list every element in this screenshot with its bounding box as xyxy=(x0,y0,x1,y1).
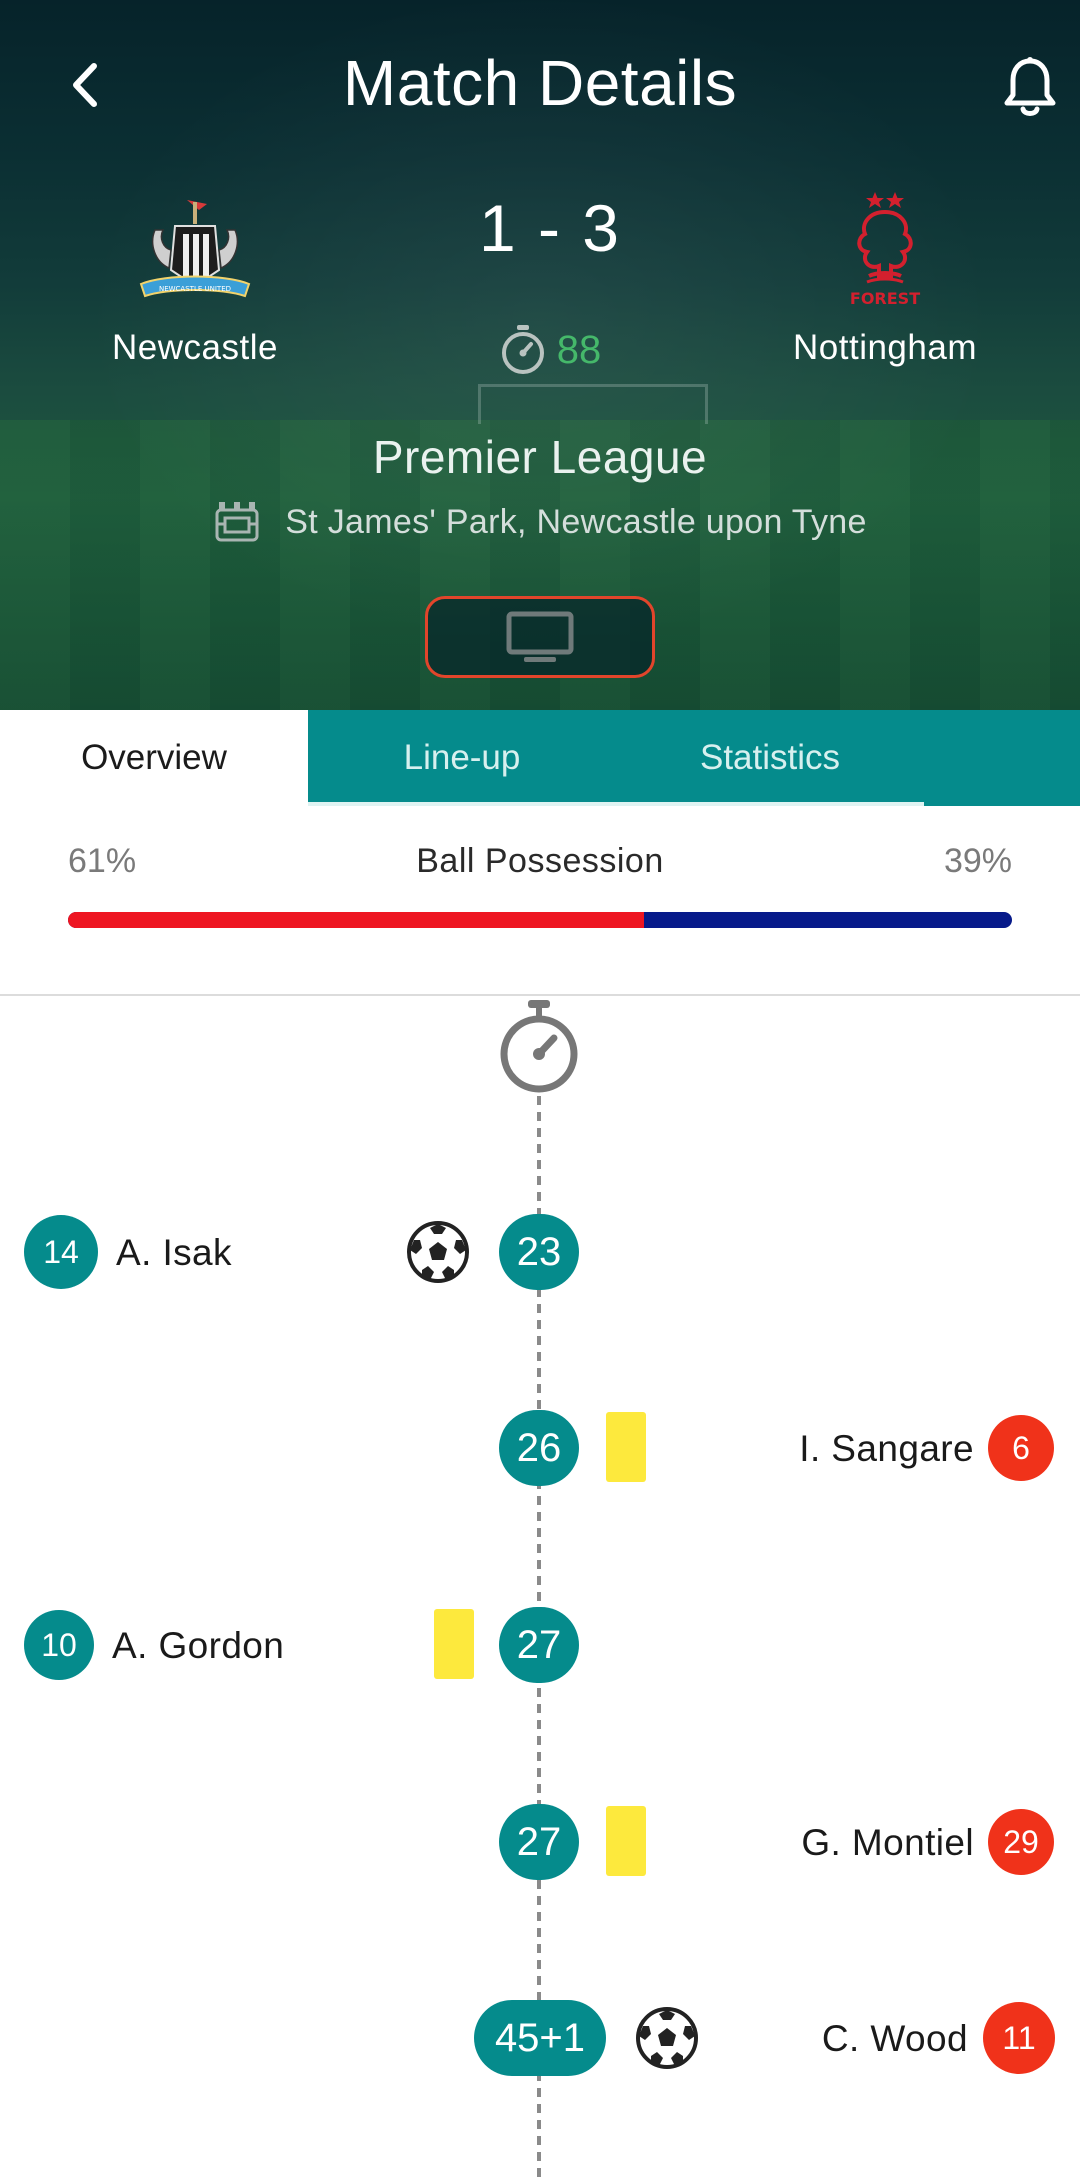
timeline-event[interactable]: 26 I. Sangare 6 xyxy=(0,1410,1080,1490)
player-number-badge: 14 xyxy=(24,1215,98,1289)
player-number-badge: 11 xyxy=(983,2002,1055,2074)
soccer-ball-icon xyxy=(407,1221,469,1283)
page-title: Match Details xyxy=(342,47,738,119)
tab-line-up[interactable]: Line-up xyxy=(308,710,616,806)
timeline-event[interactable]: 27 G. Montiel 29 xyxy=(0,1804,1080,1884)
stopwatch-icon xyxy=(500,1000,578,1093)
yellow-card-icon xyxy=(434,1609,474,1679)
tv-icon xyxy=(506,611,574,662)
event-minute-badge: 27 xyxy=(499,1804,579,1880)
venue-name: St James' Park, Newcastle upon Tyne xyxy=(285,502,867,541)
tab-bar: Overview Line-up Statistics xyxy=(0,710,1080,806)
player-name: C. Wood xyxy=(821,2018,968,2059)
bell-icon xyxy=(1004,57,1056,116)
timeline-event[interactable]: 14 A. Isak 23 xyxy=(0,1214,1080,1294)
player-name: A. Gordon xyxy=(112,1625,285,1666)
possession-bar-home-fill xyxy=(68,912,644,928)
newcastle-crest-icon: NEWCASTLE UNITED xyxy=(139,200,251,298)
possession-label: Ball Possession xyxy=(416,842,664,880)
event-minute-badge: 27 xyxy=(499,1607,579,1683)
player-number-badge: 29 xyxy=(988,1809,1054,1875)
svg-text:FOREST: FOREST xyxy=(850,289,920,308)
league-name: Premier League xyxy=(372,431,708,483)
away-possession-value: 39% xyxy=(943,842,1012,880)
timeline-event[interactable]: 45+1 C. Wood 11 xyxy=(0,2000,1080,2080)
player-name: I. Sangare xyxy=(799,1428,974,1469)
player-name: A. Isak xyxy=(116,1232,232,1273)
events-timeline: 14 A. Isak 23 26 I. Sangare 6 10 A. Gord… xyxy=(0,996,1080,2181)
event-minute-badge: 45+1 xyxy=(474,2000,606,2076)
match-minute: 88 xyxy=(480,324,620,376)
player-name: G. Montiel xyxy=(801,1822,974,1863)
home-team[interactable]: NEWCASTLE UNITED Newcastle xyxy=(45,190,345,368)
tab-statistics[interactable]: Statistics xyxy=(616,710,924,806)
away-team-name: Nottingham xyxy=(793,328,977,367)
stopwatch-icon xyxy=(501,325,544,374)
match-score: 1 - 3 xyxy=(478,191,622,265)
tab-overview[interactable]: Overview xyxy=(0,710,308,806)
possession-bar xyxy=(68,912,1012,928)
timeline-event[interactable]: 10 A. Gordon 27 xyxy=(0,1607,1080,1687)
event-minute-badge: 23 xyxy=(499,1214,579,1290)
home-team-name: Newcastle xyxy=(112,328,278,367)
svg-text:NEWCASTLE UNITED: NEWCASTLE UNITED xyxy=(159,285,231,293)
notification-button[interactable] xyxy=(990,48,1070,128)
match-header: Match Details NEWCASTLE UNITED Newcastle… xyxy=(0,0,1080,710)
ball-possession: 61% Ball Possession 39% xyxy=(0,806,1080,996)
stadium-icon xyxy=(215,502,259,542)
event-minute-badge: 26 xyxy=(499,1410,579,1486)
venue: St James' Park, Newcastle upon Tyne xyxy=(0,500,1080,544)
player-number-badge: 6 xyxy=(988,1415,1054,1481)
away-team[interactable]: FOREST Nottingham xyxy=(735,190,1035,368)
nottingham-forest-crest-icon: FOREST xyxy=(850,192,920,308)
watch-tv-button[interactable] xyxy=(425,596,655,678)
match-minute-value: 88 xyxy=(556,327,602,372)
player-number-badge: 10 xyxy=(24,1610,94,1680)
